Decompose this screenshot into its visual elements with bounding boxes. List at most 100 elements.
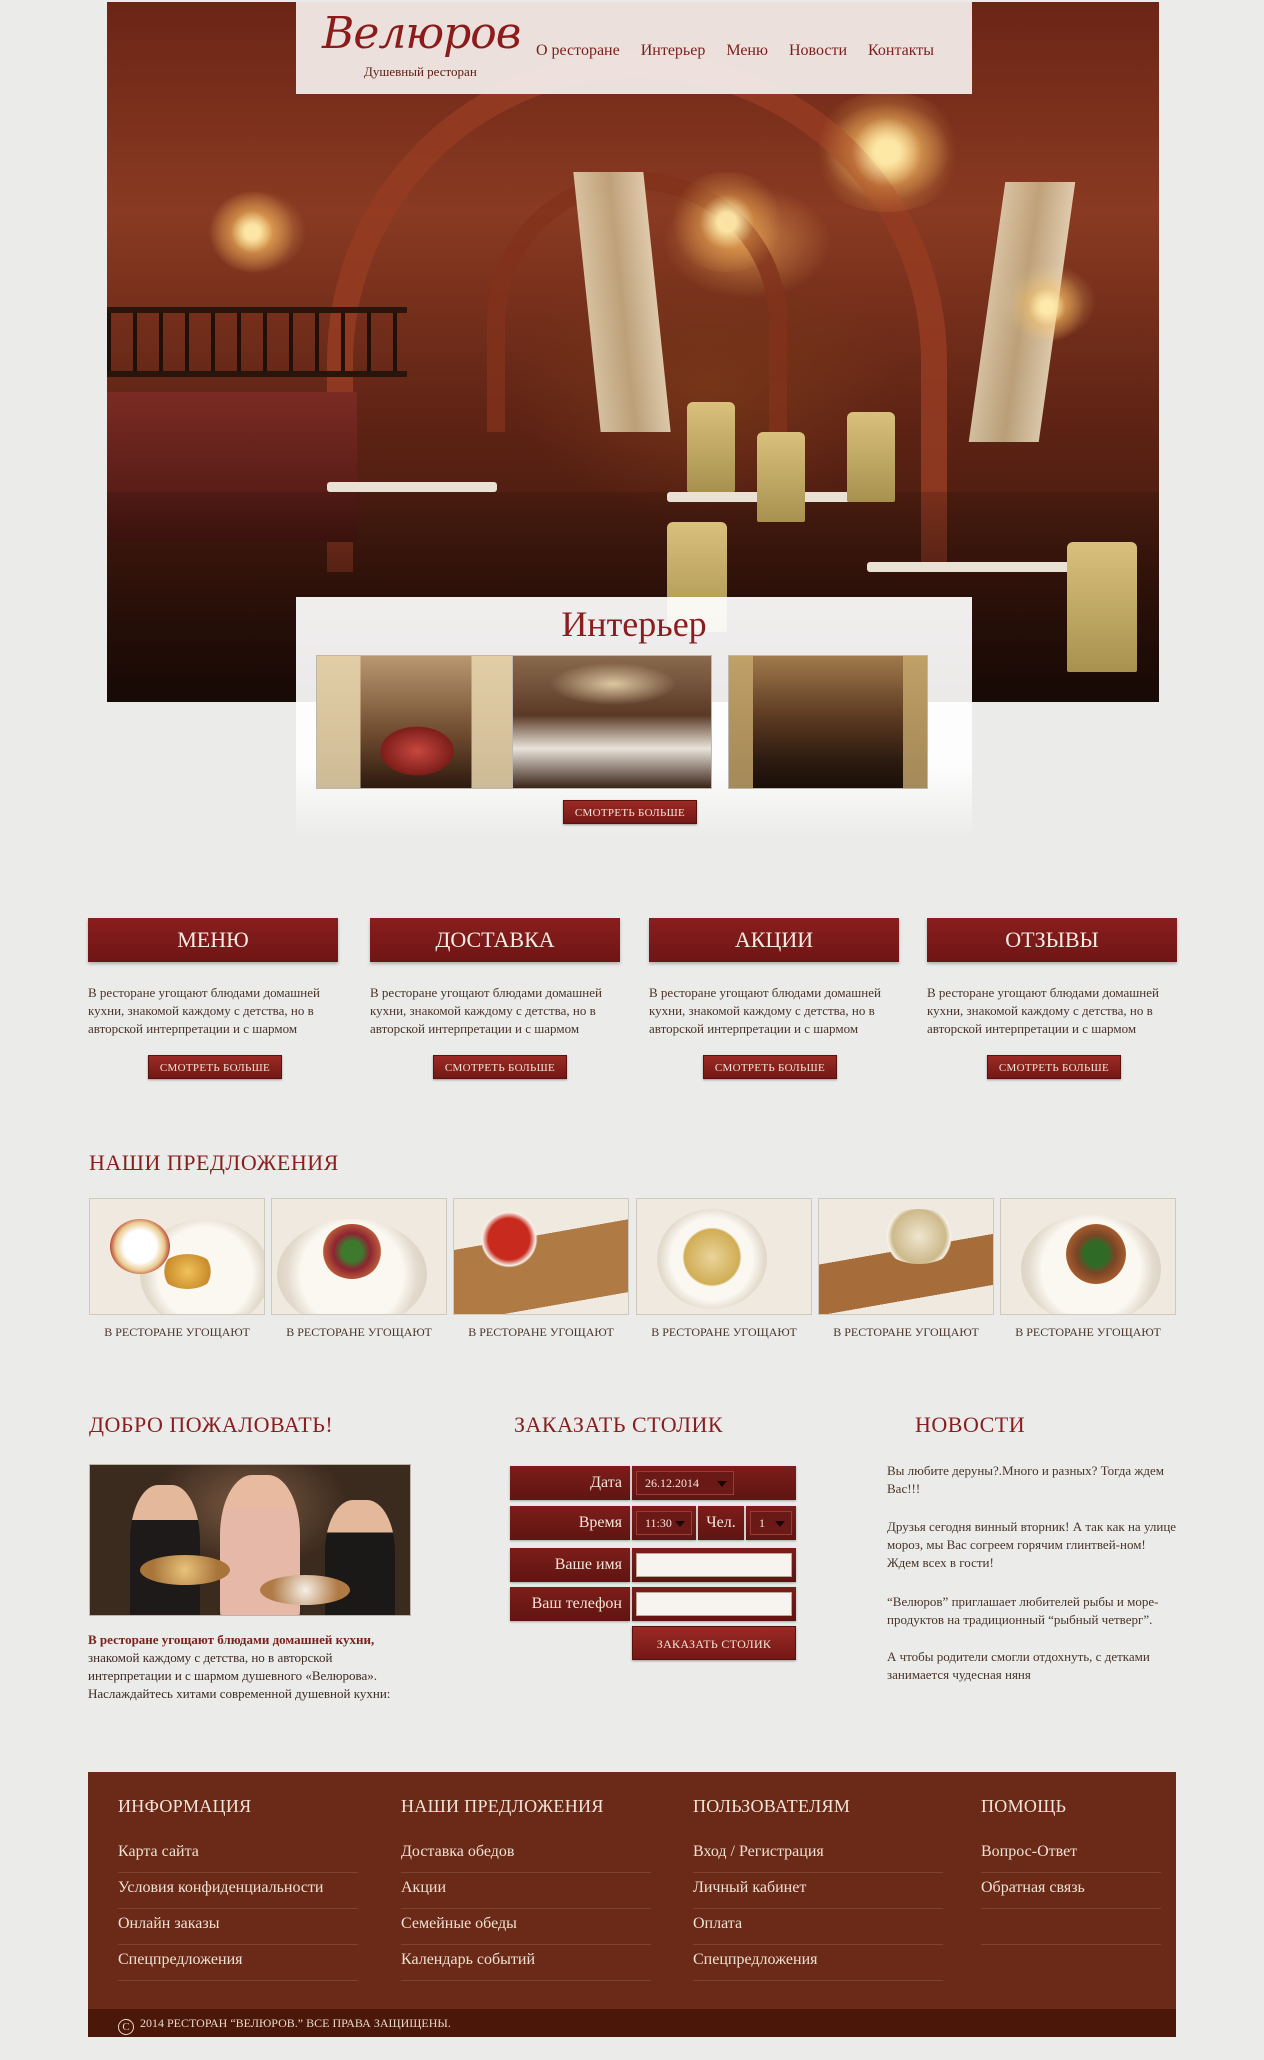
footer-link[interactable]: Онлайн заказы xyxy=(118,1909,358,1945)
interior-more-button[interactable]: СМОТРЕТЬ БОЛЬШЕ xyxy=(563,800,697,824)
staff-photo xyxy=(89,1464,411,1616)
offer-item[interactable]: В РЕСТОРАНЕ УГОЩАЮТ xyxy=(636,1198,812,1340)
welcome-body: знакомой каждому с детства, но в авторск… xyxy=(88,1650,391,1701)
feature-delivery: ДОСТАВКА В ресторане угощают блюдами дом… xyxy=(370,918,620,1079)
feature-more-button[interactable]: СМОТРЕТЬ БОЛЬШЕ xyxy=(433,1055,567,1079)
interior-panel: Интерьер СМОТРЕТЬ БОЛЬШЕ xyxy=(296,597,972,837)
footer-divider xyxy=(981,1909,1161,1945)
feature-menu: МЕНЮ В ресторане угощают блюдами домашне… xyxy=(88,918,338,1079)
hero-chair xyxy=(757,432,805,522)
date-label: Дата xyxy=(510,1466,630,1500)
chevron-down-icon xyxy=(717,1481,727,1487)
feature-more-button[interactable]: СМОТРЕТЬ БОЛЬШЕ xyxy=(148,1055,282,1079)
feature-text: В ресторане угощают блюдами домашней кух… xyxy=(370,985,602,1036)
guests-select[interactable]: 1 xyxy=(750,1511,792,1535)
footer-col-help: ПОМОЩЬ Вопрос-Ответ Обратная связь xyxy=(981,1796,1161,1945)
footer-link[interactable]: Условия конфиденциальности xyxy=(118,1873,358,1909)
name-label: Ваше имя xyxy=(510,1548,630,1582)
offer-photo xyxy=(453,1198,629,1315)
interior-photo[interactable] xyxy=(316,655,516,789)
feature-text: В ресторане угощают блюдами домашней кух… xyxy=(88,985,320,1036)
feature-title[interactable]: АКЦИИ xyxy=(649,918,899,962)
feature-reviews: ОТЗЫВЫ В ресторане угощают блюдами домаш… xyxy=(927,918,1177,1079)
footer-link[interactable]: Обратная связь xyxy=(981,1873,1161,1909)
date-select[interactable]: 26.12.2014 xyxy=(636,1471,734,1495)
guests-label: Чел. xyxy=(698,1506,744,1540)
time-label: Время xyxy=(510,1506,630,1540)
brand-name: Велюров xyxy=(322,8,521,59)
footer-link[interactable]: Личный кабинет xyxy=(693,1873,943,1909)
offers-title: НАШИ ПРЕДЛОЖЕНИЯ xyxy=(89,1150,339,1175)
news-item[interactable]: Вы любите деруны?.Много и разных? Тогда … xyxy=(887,1462,1177,1498)
hero-chair xyxy=(687,402,735,492)
feature-text: В ресторане угощают блюдами домашней кух… xyxy=(649,985,881,1036)
footer-link[interactable]: Спецпредложения xyxy=(693,1945,943,1981)
copyright-icon: C xyxy=(118,2019,134,2035)
offer-caption: В РЕСТОРАНЕ УГОЩАЮТ xyxy=(468,1325,614,1339)
main-nav: О ресторане Интерьер Меню Новости Контак… xyxy=(536,42,934,60)
footer-link[interactable]: Вопрос-Ответ xyxy=(981,1837,1161,1873)
footer-link[interactable]: Календарь событий xyxy=(401,1945,651,1981)
offer-caption: В РЕСТОРАНЕ УГОЩАЮТ xyxy=(833,1325,979,1339)
feature-promotions: АКЦИИ В ресторане угощают блюдами домашн… xyxy=(649,918,899,1079)
nav-interior[interactable]: Интерьер xyxy=(641,42,706,60)
feature-title[interactable]: ДОСТАВКА xyxy=(370,918,620,962)
interior-photo[interactable] xyxy=(728,655,928,789)
footer-link[interactable]: Оплата xyxy=(693,1909,943,1945)
news-item[interactable]: А чтобы родители смогли отдохнуть, с дет… xyxy=(887,1648,1177,1684)
chevron-down-icon xyxy=(775,1521,785,1527)
footer-link[interactable]: Акции xyxy=(401,1873,651,1909)
time-select[interactable]: 11:30 xyxy=(636,1511,692,1535)
chevron-down-icon xyxy=(675,1521,685,1527)
footer-col-title: ИНФОРМАЦИЯ xyxy=(118,1796,252,1816)
footer-link[interactable]: Карта сайта xyxy=(118,1837,358,1873)
feature-more-button[interactable]: СМОТРЕТЬ БОЛЬШЕ xyxy=(703,1055,837,1079)
interior-photo[interactable] xyxy=(512,655,712,789)
offer-caption: В РЕСТОРАНЕ УГОЩАЮТ xyxy=(1015,1325,1161,1339)
footer-link[interactable]: Доставка обедов xyxy=(401,1837,651,1873)
copyright-text: 2014 РЕСТОРАН “ВЕЛЮРОВ.” ВСЕ ПРАВА ЗАЩИЩ… xyxy=(140,2016,451,2030)
reserve-title: ЗАКАЗАТЬ СТОЛИК xyxy=(514,1412,724,1437)
header-bar: Велюров Душевный ресторан О ресторане Ин… xyxy=(296,2,972,94)
nav-menu[interactable]: Меню xyxy=(726,42,768,60)
footer-link[interactable]: Вход / Регистрация xyxy=(693,1837,943,1873)
offer-photo xyxy=(89,1198,265,1315)
news-title: НОВОСТИ xyxy=(915,1412,1026,1437)
footer-col-title: НАШИ ПРЕДЛОЖЕНИЯ xyxy=(401,1796,604,1816)
offer-caption: В РЕСТОРАНЕ УГОЩАЮТ xyxy=(286,1325,432,1339)
offer-item[interactable]: В РЕСТОРАНЕ УГОЩАЮТ xyxy=(89,1198,265,1340)
news-item[interactable]: Друзья сегодня винный вторник! А так как… xyxy=(887,1518,1177,1572)
phone-label: Ваш телефон xyxy=(510,1587,630,1621)
feature-title[interactable]: ОТЗЫВЫ xyxy=(927,918,1177,962)
welcome-text: В ресторане угощают блюдами домашней кух… xyxy=(88,1631,418,1703)
footer-col-offers: НАШИ ПРЕДЛОЖЕНИЯ Доставка обедов Акции С… xyxy=(401,1796,651,1981)
copyright-bar: C 2014 РЕСТОРАН “ВЕЛЮРОВ.” ВСЕ ПРАВА ЗАЩИ… xyxy=(88,2009,1176,2037)
hero-balcony-rail xyxy=(107,307,407,377)
name-input[interactable] xyxy=(636,1553,792,1577)
offer-item[interactable]: В РЕСТОРАНЕ УГОЩАЮТ xyxy=(1000,1198,1176,1340)
footer-link[interactable]: Семейные обеды xyxy=(401,1909,651,1945)
news-item[interactable]: “Велюров” приглашает любителей рыбы и мо… xyxy=(887,1593,1177,1629)
offer-photo xyxy=(271,1198,447,1315)
brand-logo[interactable]: Велюров Душевный ресторан xyxy=(322,8,521,88)
offer-photo xyxy=(818,1198,994,1315)
feature-more-button[interactable]: СМОТРЕТЬ БОЛЬШЕ xyxy=(987,1055,1121,1079)
hero-chair xyxy=(847,412,895,502)
feature-title[interactable]: МЕНЮ xyxy=(88,918,338,962)
offer-caption: В РЕСТОРАНЕ УГОЩАЮТ xyxy=(104,1325,250,1339)
nav-contacts[interactable]: Контакты xyxy=(868,42,934,60)
brand-tagline: Душевный ресторан xyxy=(364,64,477,79)
interior-title: Интерьер xyxy=(561,604,707,644)
offer-photo xyxy=(1000,1198,1176,1315)
nav-about[interactable]: О ресторане xyxy=(536,42,620,60)
offer-item[interactable]: В РЕСТОРАНЕ УГОЩАЮТ xyxy=(271,1198,447,1340)
footer-col-users: ПОЛЬЗОВАТЕЛЯМ Вход / Регистрация Личный … xyxy=(693,1796,943,1981)
footer-link[interactable]: Спецпредложения xyxy=(118,1945,358,1981)
hero-chandelier xyxy=(667,172,787,272)
footer-col-info: ИНФОРМАЦИЯ Карта сайта Условия конфиденц… xyxy=(118,1796,358,1981)
offer-item[interactable]: В РЕСТОРАНЕ УГОЩАЮТ xyxy=(453,1198,629,1340)
phone-input[interactable] xyxy=(636,1592,792,1616)
offer-item[interactable]: В РЕСТОРАНЕ УГОЩАЮТ xyxy=(818,1198,994,1340)
nav-news[interactable]: Новости xyxy=(789,42,847,60)
reserve-button[interactable]: ЗАКАЗАТЬ СТОЛИК xyxy=(632,1626,796,1660)
